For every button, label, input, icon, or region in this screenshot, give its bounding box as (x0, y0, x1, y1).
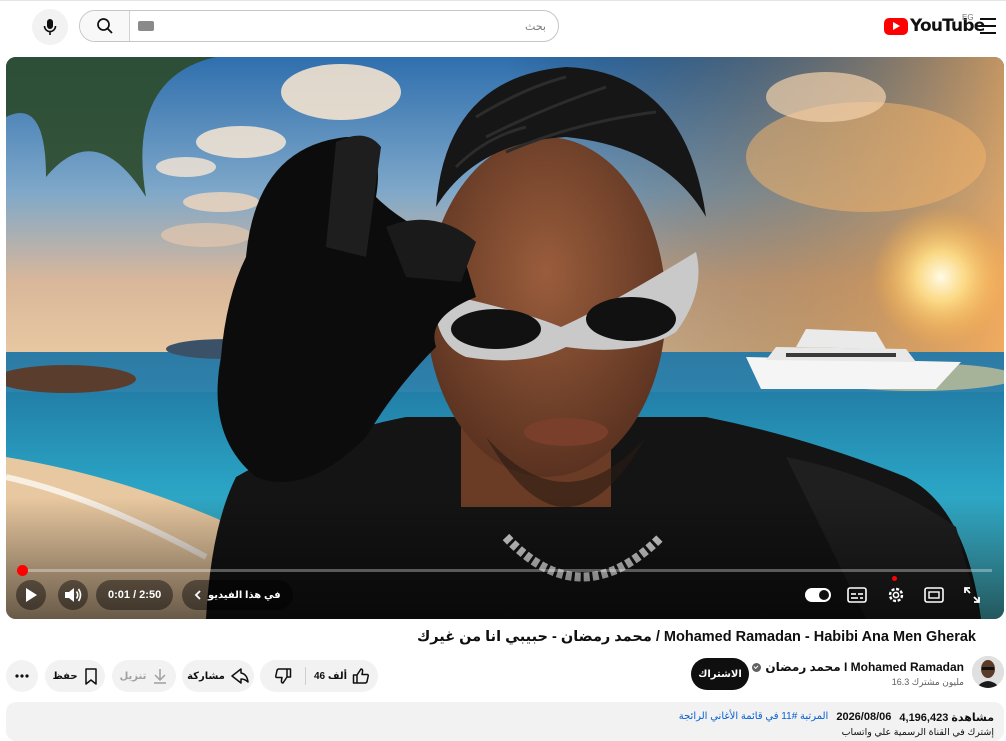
download-button[interactable]: تنزيل (112, 660, 176, 692)
download-label: تنزيل (119, 670, 147, 682)
subscriber-count: 16.3 مليون مشترك (891, 677, 964, 687)
like-dislike-group: 46 ألف (260, 660, 378, 692)
view-count: 4,196,423 مشاهدة (899, 712, 994, 724)
subtitles-icon (847, 587, 867, 603)
keyboard-icon[interactable] (138, 21, 154, 31)
like-count: 46 ألف (314, 670, 347, 682)
dislike-icon (274, 668, 291, 684)
hd-indicator (892, 576, 897, 581)
channel-name-link[interactable]: محمد رمضان I Mohamed Ramadan (752, 660, 964, 674)
search-bar: بحث (79, 10, 559, 42)
save-icon (84, 667, 97, 685)
more-icon (15, 674, 29, 678)
voice-search-button[interactable] (32, 9, 68, 45)
dislike-button[interactable] (260, 660, 305, 692)
chevron-icon (194, 590, 201, 600)
more-actions-button[interactable] (6, 660, 38, 692)
chapter-label: في هذا الفيديو (208, 589, 281, 601)
like-icon (352, 668, 369, 684)
masthead: بحث YouTube EG (0, 0, 1006, 50)
volume-icon (65, 588, 82, 602)
channel-name: محمد رمضان I Mohamed Ramadan (765, 660, 964, 674)
video-player[interactable]: 0:01 / 2:50 في هذا الفيديو (6, 57, 1004, 619)
share-button[interactable]: مشاركة (182, 660, 254, 692)
description-text: إشترك في القناة الرسمية علي واتساب (841, 727, 994, 738)
youtube-logo-icon (884, 17, 908, 35)
subscribe-button[interactable]: الاشتراك (691, 658, 749, 690)
mic-icon (43, 19, 57, 35)
share-icon (231, 668, 249, 684)
progress-scrubber[interactable] (16, 565, 28, 576)
search-input[interactable]: بحث (525, 20, 546, 33)
settings-icon (888, 587, 904, 603)
upload-date: 2026/08/06 (836, 711, 892, 723)
fullscreen-button[interactable] (958, 582, 986, 608)
search-button[interactable] (80, 11, 130, 41)
region-code: EG (962, 13, 974, 22)
save-button[interactable]: حفظ (45, 660, 105, 692)
miniplayer-icon (924, 587, 944, 603)
description-meta: المرتبة #11 في قائمة الأغاني الرائجة 202… (679, 711, 994, 724)
autoplay-toggle-icon[interactable] (805, 588, 831, 602)
subtitles-button[interactable] (843, 582, 871, 608)
play-button[interactable] (16, 580, 46, 610)
menu-icon[interactable] (978, 17, 998, 35)
avatar[interactable] (972, 656, 1004, 688)
video-title: محمد رمضان - حبيبي انا من غيرك / Mohamed… (416, 629, 976, 645)
chapters-button[interactable]: في هذا الفيديو (182, 580, 293, 610)
description-box[interactable]: المرتبة #11 في قائمة الأغاني الرائجة 202… (6, 702, 1004, 741)
play-icon (26, 588, 37, 602)
save-label: حفظ (52, 670, 78, 682)
settings-button[interactable] (882, 582, 910, 608)
search-icon (96, 18, 113, 34)
trending-link[interactable]: المرتبة #11 في قائمة الأغاني الرائجة (679, 711, 829, 724)
video-frame (6, 57, 1004, 619)
time-display: 0:01 / 2:50 (96, 580, 174, 610)
progress-bar[interactable] (16, 565, 992, 576)
volume-button[interactable] (58, 580, 88, 610)
miniplayer-button[interactable] (920, 582, 948, 608)
fullscreen-icon (964, 587, 980, 603)
like-button[interactable]: 46 ألف (306, 660, 378, 692)
download-icon (154, 669, 167, 684)
share-label: مشاركة (187, 670, 225, 682)
verified-icon (752, 662, 762, 672)
